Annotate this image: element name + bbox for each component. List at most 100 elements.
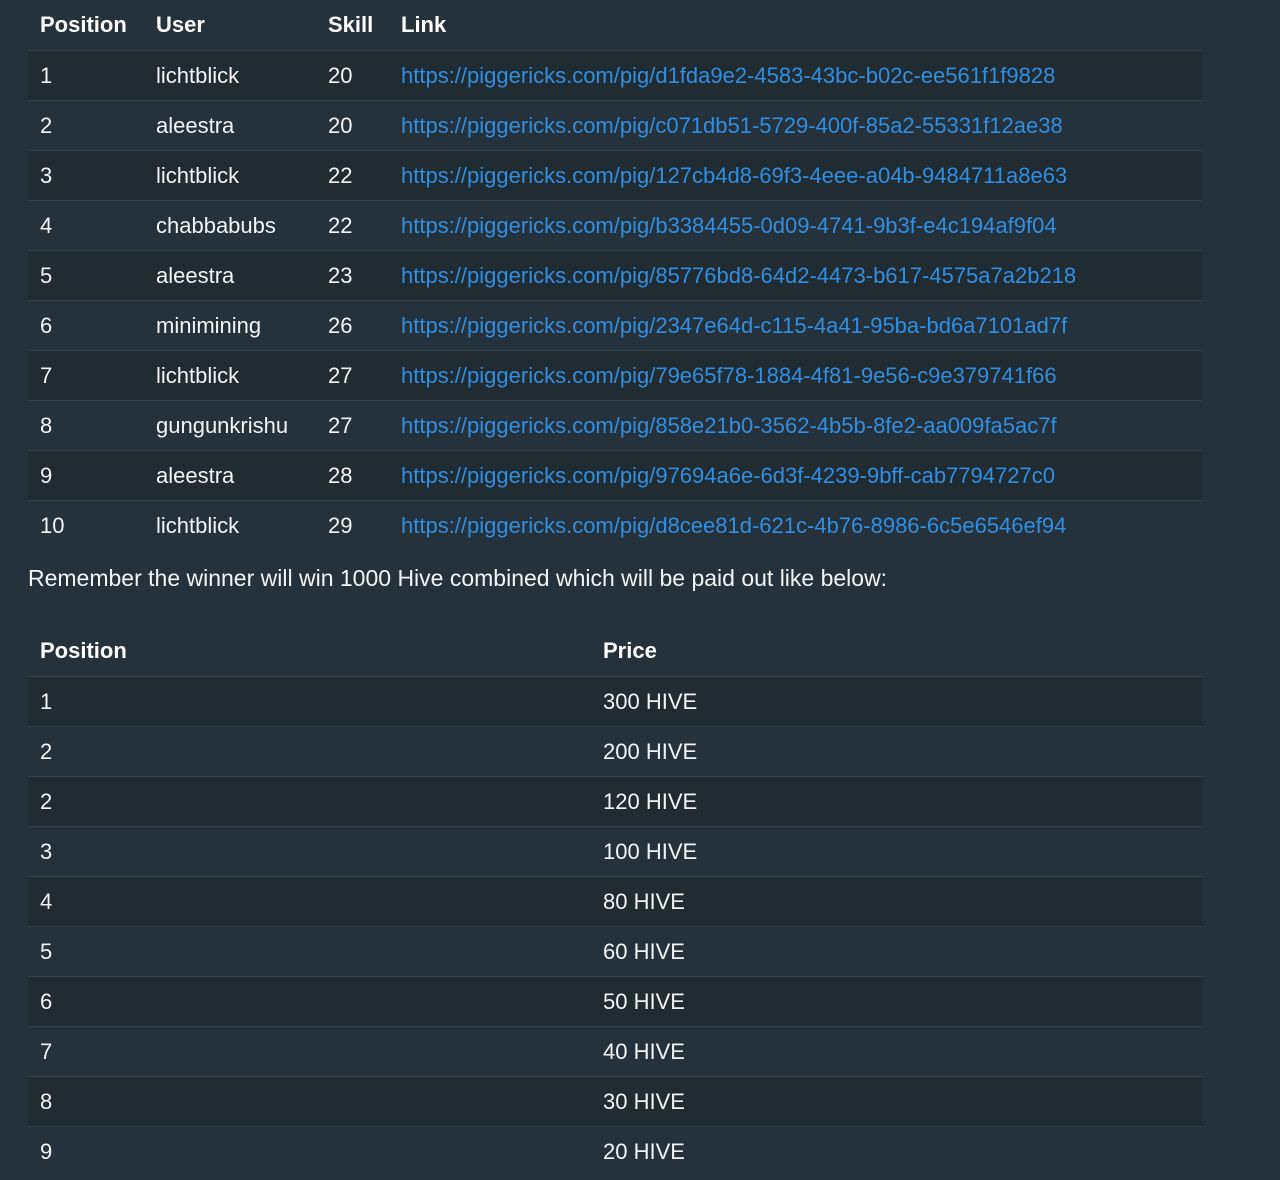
table-row: 5 60 HIVE	[28, 926, 1202, 977]
skill-cell: 29	[316, 500, 389, 550]
link-cell: https://piggericks.com/pig/97694a6e-6d3f…	[389, 450, 1202, 501]
price-cell: 30 HIVE	[591, 1076, 1202, 1127]
table-row: 2 200 HIVE	[28, 726, 1202, 777]
position-cell: 2	[28, 726, 591, 777]
link-cell: https://piggericks.com/pig/d8cee81d-621c…	[389, 500, 1202, 550]
user-cell: lichtblick	[144, 50, 316, 101]
position-cell: 7	[28, 350, 144, 401]
user-cell: chabbabubs	[144, 200, 316, 251]
pig-link[interactable]: https://piggericks.com/pig/d1fda9e2-4583…	[401, 63, 1055, 88]
table-row: 1 300 HIVE	[28, 676, 1202, 727]
skill-cell: 22	[316, 150, 389, 201]
user-cell: gungunkrishu	[144, 400, 316, 451]
pig-link[interactable]: https://piggericks.com/pig/2347e64d-c115…	[401, 313, 1067, 338]
link-cell: https://piggericks.com/pig/858e21b0-3562…	[389, 400, 1202, 451]
table-row: 9 aleestra 28 https://piggericks.com/pig…	[28, 450, 1202, 501]
table-row: 1 lichtblick 20 https://piggericks.com/p…	[28, 50, 1202, 101]
skill-cell: 20	[316, 50, 389, 101]
price-cell: 40 HIVE	[591, 1026, 1202, 1077]
position-cell: 3	[28, 150, 144, 201]
position-cell: 8	[28, 1076, 591, 1127]
position-cell: 2	[28, 776, 591, 827]
table-row: 9 20 HIVE	[28, 1126, 1202, 1176]
table-row: 2 120 HIVE	[28, 776, 1202, 827]
skill-cell: 20	[316, 100, 389, 151]
table-row: 7 lichtblick 27 https://piggericks.com/p…	[28, 350, 1202, 401]
prize-table: Position Price 1 300 HIVE 2 200 HIVE 2 1…	[28, 626, 1202, 1176]
user-cell: minimining	[144, 300, 316, 351]
user-cell: lichtblick	[144, 350, 316, 401]
skill-cell: 22	[316, 200, 389, 251]
skill-cell: 27	[316, 400, 389, 451]
pig-link[interactable]: https://piggericks.com/pig/d8cee81d-621c…	[401, 513, 1066, 538]
position-cell: 7	[28, 1026, 591, 1077]
link-cell: https://piggericks.com/pig/127cb4d8-69f3…	[389, 150, 1202, 201]
skill-cell: 26	[316, 300, 389, 351]
link-cell: https://piggericks.com/pig/79e65f78-1884…	[389, 350, 1202, 401]
position-cell: 6	[28, 300, 144, 351]
position-cell: 1	[28, 676, 591, 727]
position-cell: 3	[28, 826, 591, 877]
position-cell: 4	[28, 200, 144, 251]
position-cell: 1	[28, 50, 144, 101]
link-cell: https://piggericks.com/pig/c071db51-5729…	[389, 100, 1202, 151]
price-cell: 200 HIVE	[591, 726, 1202, 777]
header-skill: Skill	[328, 12, 374, 37]
position-cell: 5	[28, 250, 144, 301]
table-row: 4 chabbabubs 22 https://piggericks.com/p…	[28, 200, 1202, 251]
header-position: Position	[40, 12, 127, 37]
price-cell: 50 HIVE	[591, 976, 1202, 1027]
table-row: 5 aleestra 23 https://piggericks.com/pig…	[28, 250, 1202, 301]
pig-link[interactable]: https://piggericks.com/pig/127cb4d8-69f3…	[401, 163, 1067, 188]
user-cell: aleestra	[144, 100, 316, 151]
pig-link[interactable]: https://piggericks.com/pig/79e65f78-1884…	[401, 363, 1057, 388]
header-price: Price	[603, 638, 657, 663]
position-cell: 5	[28, 926, 591, 977]
skill-cell: 28	[316, 450, 389, 501]
position-cell: 2	[28, 100, 144, 151]
link-cell: https://piggericks.com/pig/d1fda9e2-4583…	[389, 50, 1202, 101]
user-cell: lichtblick	[144, 500, 316, 550]
pig-link[interactable]: https://piggericks.com/pig/97694a6e-6d3f…	[401, 463, 1055, 488]
price-cell: 80 HIVE	[591, 876, 1202, 927]
price-cell: 100 HIVE	[591, 826, 1202, 877]
position-cell: 9	[28, 450, 144, 501]
table-row: 6 minimining 26 https://piggericks.com/p…	[28, 300, 1202, 351]
table-row: 8 30 HIVE	[28, 1076, 1202, 1127]
pig-link[interactable]: https://piggericks.com/pig/858e21b0-3562…	[401, 413, 1057, 438]
skill-cell: 23	[316, 250, 389, 301]
skill-cell: 27	[316, 350, 389, 401]
user-cell: aleestra	[144, 450, 316, 501]
ranking-table-header-row: Position User Skill Link	[28, 0, 1202, 51]
header-position: Position	[40, 638, 127, 663]
price-cell: 300 HIVE	[591, 676, 1202, 727]
position-cell: 8	[28, 400, 144, 451]
table-row: 4 80 HIVE	[28, 876, 1202, 927]
position-cell: 10	[28, 500, 144, 550]
position-cell: 4	[28, 876, 591, 927]
price-cell: 60 HIVE	[591, 926, 1202, 977]
table-row: 10 lichtblick 29 https://piggericks.com/…	[28, 500, 1202, 550]
table-row: 3 lichtblick 22 https://piggericks.com/p…	[28, 150, 1202, 201]
ranking-table: Position User Skill Link 1 lichtblick 20…	[28, 0, 1202, 550]
link-cell: https://piggericks.com/pig/85776bd8-64d2…	[389, 250, 1202, 301]
table-row: 7 40 HIVE	[28, 1026, 1202, 1077]
link-cell: https://piggericks.com/pig/b3384455-0d09…	[389, 200, 1202, 251]
price-cell: 20 HIVE	[591, 1126, 1202, 1176]
position-cell: 9	[28, 1126, 591, 1176]
pig-link[interactable]: https://piggericks.com/pig/b3384455-0d09…	[401, 213, 1057, 238]
position-cell: 6	[28, 976, 591, 1027]
price-cell: 120 HIVE	[591, 776, 1202, 827]
header-user: User	[156, 12, 205, 37]
user-cell: aleestra	[144, 250, 316, 301]
link-cell: https://piggericks.com/pig/2347e64d-c115…	[389, 300, 1202, 351]
table-row: 6 50 HIVE	[28, 976, 1202, 1027]
user-cell: lichtblick	[144, 150, 316, 201]
table-row: 8 gungunkrishu 27 https://piggericks.com…	[28, 400, 1202, 451]
pig-link[interactable]: https://piggericks.com/pig/85776bd8-64d2…	[401, 263, 1076, 288]
header-link: Link	[401, 12, 447, 37]
table-row: 2 aleestra 20 https://piggericks.com/pig…	[28, 100, 1202, 151]
prize-table-header-row: Position Price	[28, 626, 1202, 677]
prize-note: Remember the winner will win 1000 Hive c…	[28, 565, 888, 591]
pig-link[interactable]: https://piggericks.com/pig/c071db51-5729…	[401, 113, 1063, 138]
